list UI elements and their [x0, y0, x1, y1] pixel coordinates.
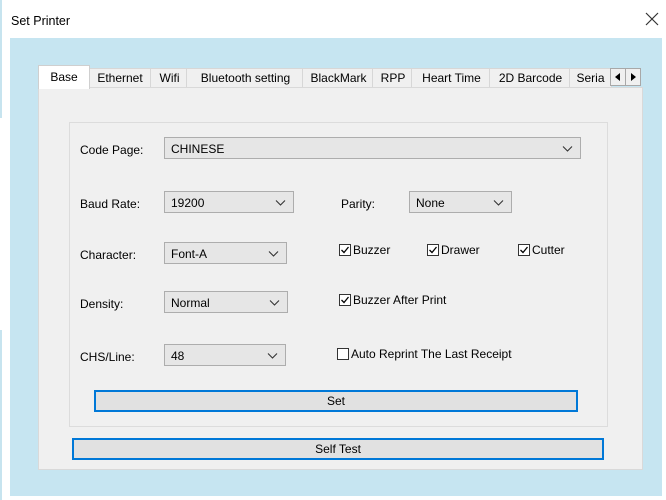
chs-line-label: CHS/Line: [80, 350, 135, 364]
buzzer-after-print-label: Buzzer After Print [353, 293, 447, 307]
title-bar: Set Printer [0, 0, 666, 38]
window-edge [0, 0, 2, 118]
character-label: Character: [80, 248, 137, 262]
tab-2d-barcode[interactable]: 2D Barcode [489, 68, 572, 88]
code-page-label: Code Page: [80, 143, 144, 157]
chevron-down-icon [562, 146, 573, 152]
cutter-label: Cutter [532, 243, 565, 257]
tab-wifi[interactable]: Wifi [150, 68, 189, 88]
tab-heart-time[interactable]: Heart Time [411, 68, 492, 88]
cutter-checkbox[interactable]: Cutter [518, 242, 565, 258]
tab-rpp[interactable]: RPP [372, 68, 414, 88]
set-button[interactable]: Set [94, 390, 578, 412]
chevron-down-icon [275, 200, 286, 206]
baud-rate-label: Baud Rate: [80, 197, 141, 211]
tab-serial[interactable]: Seria [569, 68, 612, 88]
checkbox-box [427, 244, 439, 256]
tab-blackmark[interactable]: BlackMark [302, 68, 375, 88]
parity-label: Parity: [341, 197, 376, 211]
density-value: Normal [171, 296, 210, 310]
checkbox-box [339, 294, 351, 306]
chs-line-select[interactable]: 48 [164, 344, 286, 366]
baud-rate-value: 19200 [171, 196, 205, 210]
chevron-down-icon [268, 251, 279, 257]
auto-reprint-checkbox[interactable]: Auto Reprint The Last Receipt [337, 346, 512, 362]
tab-strip: Base Ethernet Wifi Bluetooth setting Bla… [38, 65, 642, 89]
checkmark-icon [429, 246, 438, 254]
tab-ethernet[interactable]: Ethernet [87, 68, 153, 88]
chs-line-value: 48 [171, 349, 185, 363]
parity-value: None [416, 196, 445, 210]
character-value: Font-A [171, 247, 208, 261]
parity-select[interactable]: None [409, 191, 512, 213]
code-page-value: CHINESE [171, 142, 225, 156]
checkbox-box [518, 244, 530, 256]
tab-bluetooth-setting[interactable]: Bluetooth setting [186, 68, 305, 88]
code-page-select[interactable]: CHINESE [164, 137, 581, 159]
auto-reprint-label: Auto Reprint The Last Receipt [351, 347, 512, 361]
density-select[interactable]: Normal [164, 291, 288, 313]
drawer-label: Drawer [441, 243, 480, 257]
baud-rate-select[interactable]: 19200 [164, 191, 294, 213]
buzzer-label: Buzzer [353, 243, 391, 257]
tab-base[interactable]: Base [38, 65, 90, 89]
self-test-button[interactable]: Self Test [72, 438, 604, 460]
close-icon[interactable] [644, 11, 660, 27]
character-select[interactable]: Font-A [164, 242, 287, 264]
window-title: Set Printer [11, 14, 71, 28]
buzzer-after-print-checkbox[interactable]: Buzzer After Print [339, 292, 446, 308]
chevron-down-icon [267, 353, 278, 359]
tab-scroll-left-button[interactable] [610, 68, 626, 86]
tab-scroll-right-button[interactable] [625, 68, 641, 86]
arrow-left-icon [615, 73, 620, 81]
buzzer-checkbox[interactable]: Buzzer [339, 242, 390, 258]
density-label: Density: [80, 297, 124, 311]
checkmark-icon [520, 246, 529, 254]
checkmark-icon [341, 296, 350, 304]
chevron-down-icon [269, 300, 280, 306]
arrow-right-icon [631, 73, 636, 81]
chevron-down-icon [493, 200, 504, 206]
window-edge [0, 330, 2, 500]
checkbox-box [339, 244, 351, 256]
checkmark-icon [341, 246, 350, 254]
drawer-checkbox[interactable]: Drawer [427, 242, 480, 258]
checkbox-box [337, 348, 349, 360]
settings-group [69, 122, 608, 427]
